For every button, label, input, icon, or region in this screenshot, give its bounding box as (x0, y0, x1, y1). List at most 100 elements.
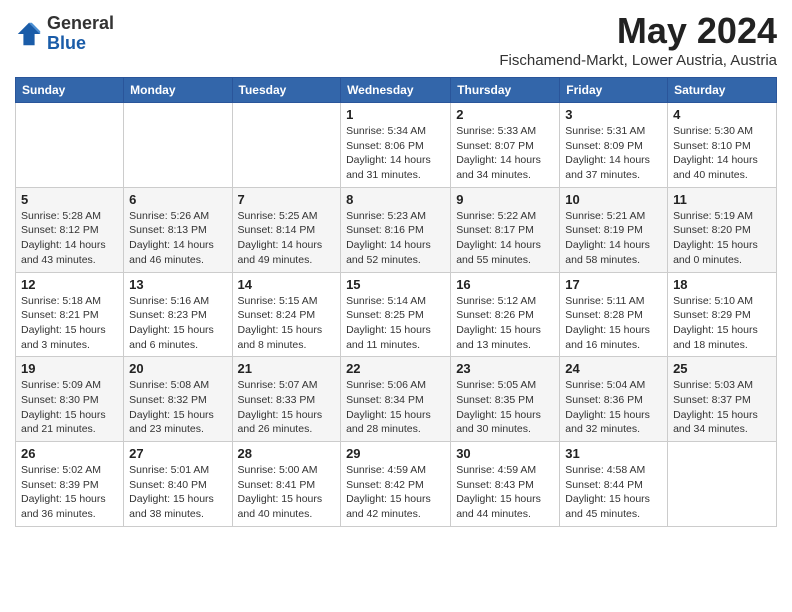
day-number: 31 (565, 446, 662, 461)
day-info: Sunrise: 5:16 AMSunset: 8:23 PMDaylight:… (129, 294, 226, 353)
calendar-day-cell: 20 Sunrise: 5:08 AMSunset: 8:32 PMDayligh… (124, 357, 232, 442)
day-info: Sunrise: 5:10 AMSunset: 8:29 PMDaylight:… (673, 294, 771, 353)
calendar-week-row: 1 Sunrise: 5:34 AMSunset: 8:06 PMDaylight… (16, 103, 777, 188)
calendar-day-cell: 7Sunrise: 5:25 AMSunset: 8:14 PMDaylight… (232, 187, 341, 272)
day-info: Sunrise: 5:09 AMSunset: 8:30 PMDaylight:… (21, 378, 118, 437)
weekday-header-thursday: Thursday (451, 78, 560, 103)
month-title: May 2024 (499, 10, 777, 52)
day-number: 4 (673, 107, 771, 122)
day-number: 30 (456, 446, 554, 461)
day-info: Sunrise: 4:58 AMSunset: 8:44 PMDaylight:… (565, 463, 662, 522)
calendar-day-cell: 27 Sunrise: 5:01 AMSunset: 8:40 PMDayligh… (124, 442, 232, 527)
calendar-day-cell: 17 Sunrise: 5:11 AMSunset: 8:28 PMDayligh… (560, 272, 668, 357)
day-info: Sunrise: 5:28 AMSunset: 8:12 PMDaylight:… (21, 209, 118, 268)
day-info: Sunrise: 5:18 AMSunset: 8:21 PMDaylight:… (21, 294, 118, 353)
calendar-day-cell: 30Sunrise: 4:59 AMSunset: 8:43 PMDayligh… (451, 442, 560, 527)
day-number: 12 (21, 277, 118, 292)
day-info: Sunrise: 5:08 AMSunset: 8:32 PMDaylight:… (129, 378, 226, 437)
calendar-week-row: 19 Sunrise: 5:09 AMSunset: 8:30 PMDayligh… (16, 357, 777, 442)
calendar-week-row: 5 Sunrise: 5:28 AMSunset: 8:12 PMDaylight… (16, 187, 777, 272)
location-title: Fischamend-Markt, Lower Austria, Austria (499, 52, 777, 69)
calendar-header-row: SundayMondayTuesdayWednesdayThursdayFrid… (16, 78, 777, 103)
calendar-day-cell: 23 Sunrise: 5:05 AMSunset: 8:35 PMDayligh… (451, 357, 560, 442)
day-info: Sunrise: 5:14 AMSunset: 8:25 PMDaylight:… (346, 294, 445, 353)
weekday-header-saturday: Saturday (668, 78, 777, 103)
calendar-empty-cell (232, 103, 341, 188)
day-info: Sunrise: 5:07 AMSunset: 8:33 PMDaylight:… (238, 378, 336, 437)
day-number: 1 (346, 107, 445, 122)
day-info: Sunrise: 4:59 AMSunset: 8:42 PMDaylight:… (346, 463, 445, 522)
calendar-day-cell: 18 Sunrise: 5:10 AMSunset: 8:29 PMDayligh… (668, 272, 777, 357)
calendar-day-cell: 2Sunrise: 5:33 AMSunset: 8:07 PMDaylight… (451, 103, 560, 188)
day-number: 2 (456, 107, 554, 122)
day-number: 8 (346, 192, 445, 207)
day-info: Sunrise: 5:25 AMSunset: 8:14 PMDaylight:… (238, 209, 336, 268)
day-info: Sunrise: 5:21 AMSunset: 8:19 PMDaylight:… (565, 209, 662, 268)
day-info: Sunrise: 5:34 AMSunset: 8:06 PMDaylight:… (346, 124, 445, 183)
day-number: 9 (456, 192, 554, 207)
calendar-day-cell: 14 Sunrise: 5:15 AMSunset: 8:24 PMDayligh… (232, 272, 341, 357)
calendar-day-cell: 13 Sunrise: 5:16 AMSunset: 8:23 PMDayligh… (124, 272, 232, 357)
logo-icon (15, 20, 43, 48)
day-number: 5 (21, 192, 118, 207)
day-number: 13 (129, 277, 226, 292)
weekday-header-friday: Friday (560, 78, 668, 103)
calendar-day-cell: 26Sunrise: 5:02 AMSunset: 8:39 PMDayligh… (16, 442, 124, 527)
day-info: Sunrise: 5:03 AMSunset: 8:37 PMDaylight:… (673, 378, 771, 437)
day-number: 16 (456, 277, 554, 292)
day-info: Sunrise: 5:11 AMSunset: 8:28 PMDaylight:… (565, 294, 662, 353)
weekday-header-monday: Monday (124, 78, 232, 103)
day-number: 15 (346, 277, 445, 292)
day-number: 3 (565, 107, 662, 122)
day-number: 18 (673, 277, 771, 292)
day-info: Sunrise: 5:31 AMSunset: 8:09 PMDaylight:… (565, 124, 662, 183)
calendar-empty-cell (668, 442, 777, 527)
day-number: 22 (346, 361, 445, 376)
logo-blue-text: Blue (47, 34, 114, 54)
calendar-day-cell: 28 Sunrise: 5:00 AMSunset: 8:41 PMDayligh… (232, 442, 341, 527)
calendar-day-cell: 3 Sunrise: 5:31 AMSunset: 8:09 PMDaylight… (560, 103, 668, 188)
day-number: 25 (673, 361, 771, 376)
day-info: Sunrise: 5:04 AMSunset: 8:36 PMDaylight:… (565, 378, 662, 437)
day-number: 19 (21, 361, 118, 376)
day-info: Sunrise: 5:26 AMSunset: 8:13 PMDaylight:… (129, 209, 226, 268)
title-area: May 2024 Fischamend-Markt, Lower Austria… (499, 10, 777, 69)
day-number: 11 (673, 192, 771, 207)
day-info: Sunrise: 5:15 AMSunset: 8:24 PMDaylight:… (238, 294, 336, 353)
day-number: 20 (129, 361, 226, 376)
day-info: Sunrise: 5:22 AMSunset: 8:17 PMDaylight:… (456, 209, 554, 268)
day-info: Sunrise: 5:02 AMSunset: 8:39 PMDaylight:… (21, 463, 118, 522)
day-info: Sunrise: 5:05 AMSunset: 8:35 PMDaylight:… (456, 378, 554, 437)
calendar-day-cell: 31 Sunrise: 4:58 AMSunset: 8:44 PMDayligh… (560, 442, 668, 527)
calendar-day-cell: 6 Sunrise: 5:26 AMSunset: 8:13 PMDaylight… (124, 187, 232, 272)
day-number: 14 (238, 277, 336, 292)
day-info: Sunrise: 5:00 AMSunset: 8:41 PMDaylight:… (238, 463, 336, 522)
day-number: 17 (565, 277, 662, 292)
calendar-day-cell: 11Sunrise: 5:19 AMSunset: 8:20 PMDayligh… (668, 187, 777, 272)
day-number: 29 (346, 446, 445, 461)
calendar-day-cell: 24 Sunrise: 5:04 AMSunset: 8:36 PMDayligh… (560, 357, 668, 442)
page-header: General Blue May 2024 Fischamend-Markt, … (15, 10, 777, 69)
day-info: Sunrise: 5:06 AMSunset: 8:34 PMDaylight:… (346, 378, 445, 437)
calendar-day-cell: 1 Sunrise: 5:34 AMSunset: 8:06 PMDaylight… (341, 103, 451, 188)
weekday-header-sunday: Sunday (16, 78, 124, 103)
calendar-day-cell: 5 Sunrise: 5:28 AMSunset: 8:12 PMDaylight… (16, 187, 124, 272)
calendar-day-cell: 8 Sunrise: 5:23 AMSunset: 8:16 PMDaylight… (341, 187, 451, 272)
calendar-day-cell: 22 Sunrise: 5:06 AMSunset: 8:34 PMDayligh… (341, 357, 451, 442)
day-info: Sunrise: 5:12 AMSunset: 8:26 PMDaylight:… (456, 294, 554, 353)
calendar-day-cell: 21Sunrise: 5:07 AMSunset: 8:33 PMDayligh… (232, 357, 341, 442)
calendar-empty-cell (16, 103, 124, 188)
day-number: 24 (565, 361, 662, 376)
day-info: Sunrise: 5:23 AMSunset: 8:16 PMDaylight:… (346, 209, 445, 268)
calendar-day-cell: 9 Sunrise: 5:22 AMSunset: 8:17 PMDaylight… (451, 187, 560, 272)
day-number: 27 (129, 446, 226, 461)
calendar-day-cell: 25 Sunrise: 5:03 AMSunset: 8:37 PMDayligh… (668, 357, 777, 442)
day-info: Sunrise: 5:01 AMSunset: 8:40 PMDaylight:… (129, 463, 226, 522)
weekday-header-tuesday: Tuesday (232, 78, 341, 103)
day-number: 10 (565, 192, 662, 207)
day-number: 6 (129, 192, 226, 207)
calendar-day-cell: 4Sunrise: 5:30 AMSunset: 8:10 PMDaylight… (668, 103, 777, 188)
day-number: 23 (456, 361, 554, 376)
day-number: 28 (238, 446, 336, 461)
logo-general-text: General (47, 14, 114, 34)
